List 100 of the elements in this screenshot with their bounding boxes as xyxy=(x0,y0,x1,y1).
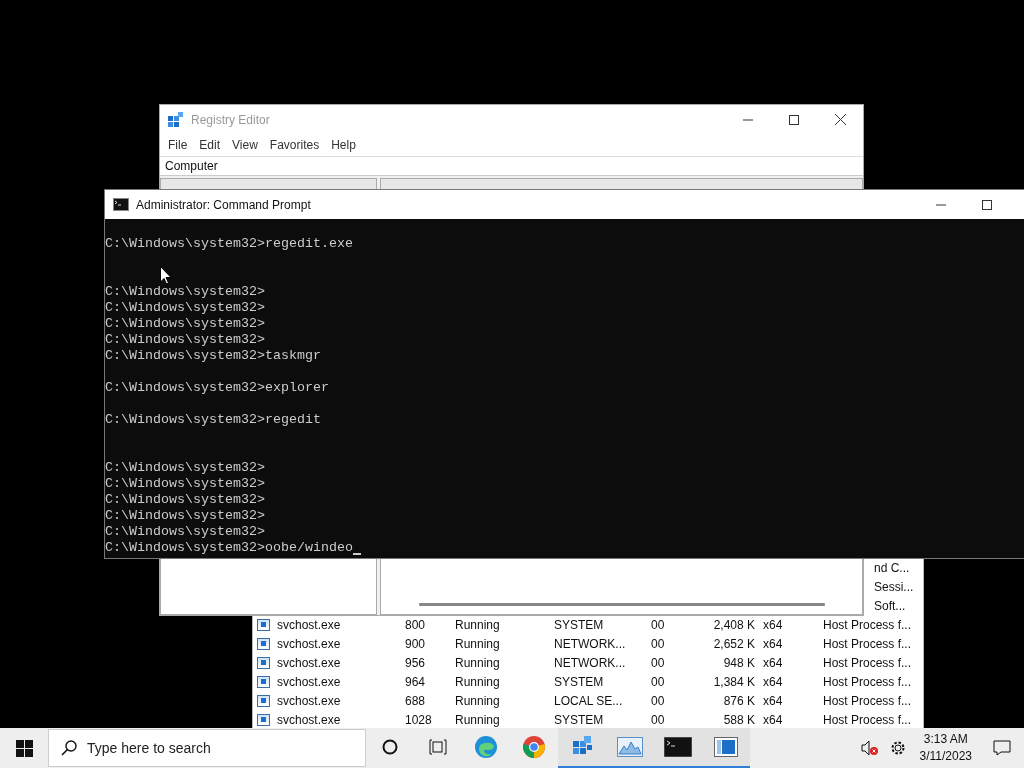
process-icon xyxy=(257,637,270,650)
process-name: svchost.exe xyxy=(277,617,342,632)
search-icon xyxy=(61,740,77,756)
console-line: C:\Windows\system32> xyxy=(105,332,265,348)
cpu-cell-text: 00 xyxy=(651,674,666,689)
console-icon xyxy=(113,198,129,211)
console-line: C:\Windows\system32> xyxy=(105,316,265,332)
architecture-cell-text: x64 xyxy=(763,617,784,632)
window-title: Administrator: Command Prompt xyxy=(136,197,311,212)
process-icon xyxy=(257,675,270,688)
memory-cell-text: 588 K xyxy=(722,712,756,727)
address-bar[interactable]: Computer xyxy=(160,156,863,176)
circle-icon xyxy=(382,739,398,755)
status-cell-text: Running xyxy=(455,693,501,708)
description-cell-text: Soft... xyxy=(873,598,907,613)
user-cell-text: NETWORK... xyxy=(554,636,627,651)
user-cell-text: NETWORK... xyxy=(554,655,627,670)
cpu-cell-text: 00 xyxy=(651,712,666,727)
process-name: svchost.exe xyxy=(277,674,342,689)
search-field[interactable]: Type here to search xyxy=(87,730,365,766)
cpu-cell-text: 00 xyxy=(651,636,666,651)
mouse-pointer-icon xyxy=(160,266,172,285)
pid-cell-text: 964 xyxy=(405,674,427,689)
description-cell-text: nd C... xyxy=(873,560,911,575)
pid-cell-text: 900 xyxy=(405,636,427,651)
description-cell-text: Host Process f... xyxy=(823,712,913,727)
menu-item[interactable]: Favorites xyxy=(263,138,326,152)
console-line: C:\Windows\system32> xyxy=(105,508,265,524)
pid-cell-text: 688 xyxy=(405,693,427,708)
memory-cell-text: 1,384 K xyxy=(712,674,756,689)
architecture-cell-text: x64 xyxy=(763,712,784,727)
menu-item[interactable]: File xyxy=(162,138,194,152)
clock-time[interactable]: 3:13 AM xyxy=(923,731,968,748)
menu-item[interactable]: Help xyxy=(325,138,362,152)
process-name: svchost.exe xyxy=(277,636,342,651)
description-cell-text: Host Process f... xyxy=(823,655,913,670)
memory-cell-text: 2,652 K xyxy=(712,636,756,651)
browser-icon[interactable] xyxy=(522,735,546,759)
console-line: C:\Windows\system32> xyxy=(105,524,265,540)
close-icon[interactable] xyxy=(834,114,846,125)
architecture-cell-text: x64 xyxy=(763,674,784,689)
memory-cell-text: 2,408 K xyxy=(712,617,756,632)
process-icon xyxy=(257,656,270,669)
console-line: C:\Windows\system32>oobe/windeo xyxy=(105,540,353,556)
pid-cell-text: 956 xyxy=(405,655,427,670)
memory-cell-text: 876 K xyxy=(722,693,756,708)
console-line: C:\Windows\system32>taskmgr xyxy=(105,348,321,364)
maximize-icon[interactable] xyxy=(789,114,799,125)
pid-cell-text: 800 xyxy=(405,617,427,632)
console-line: C:\Windows\system32>explorer xyxy=(105,380,329,396)
process-name: svchost.exe xyxy=(277,655,342,670)
muted-speaker-icon[interactable] xyxy=(860,740,879,756)
chart-window-icon[interactable] xyxy=(617,737,643,757)
description-cell-text: Host Process f... xyxy=(823,674,913,689)
menu-item[interactable]: View xyxy=(226,138,264,152)
architecture-cell-text: x64 xyxy=(763,636,784,651)
user-cell-text: SYSTEM xyxy=(554,674,605,689)
description-cell-text: Sessi... xyxy=(873,579,915,594)
console-line: C:\Windows\system32>regedit.exe xyxy=(105,236,353,252)
user-cell-text: SYSTEM xyxy=(554,712,605,727)
notification-icon[interactable] xyxy=(993,740,1011,756)
cpu-cell-text: 00 xyxy=(651,693,666,708)
window-title: Registry Editor xyxy=(191,112,270,127)
status-cell-text: Running xyxy=(455,617,501,632)
architecture-cell-text: x64 xyxy=(763,693,784,708)
memory-cell-text: 948 K xyxy=(722,655,756,670)
process-name: svchost.exe xyxy=(277,712,342,727)
console-line: C:\Windows\system32> xyxy=(105,476,265,492)
clock-date[interactable]: 3/11/2023 xyxy=(919,748,972,765)
window-icon[interactable] xyxy=(714,737,738,757)
scroll-bar[interactable] xyxy=(418,603,825,606)
console-line: C:\Windows\system32> xyxy=(105,460,265,476)
windows-logo-icon xyxy=(15,739,33,757)
console-icon[interactable] xyxy=(664,737,692,757)
status-cell-text: Running xyxy=(455,674,501,689)
maximize-icon[interactable] xyxy=(982,199,992,210)
cpu-cell-text: 00 xyxy=(651,655,666,670)
user-cell-text: SYSTEM xyxy=(554,617,605,632)
pid-cell-text: 1028 xyxy=(405,712,433,727)
cpu-cell-text: 00 xyxy=(651,617,666,632)
browser-icon[interactable] xyxy=(474,735,498,759)
description-cell-text: Host Process f... xyxy=(823,617,913,632)
process-icon xyxy=(257,713,270,726)
console-line: C:\Windows\system32>regedit xyxy=(105,412,321,428)
process-icon xyxy=(257,618,270,631)
process-name: svchost.exe xyxy=(277,693,342,708)
description-cell-text: Host Process f... xyxy=(823,636,913,651)
cubes-icon xyxy=(168,111,184,128)
search-bar[interactable]: Type here to search xyxy=(48,729,366,767)
architecture-cell-text: x64 xyxy=(763,655,784,670)
console-line: C:\Windows\system32> xyxy=(105,492,265,508)
console-line: C:\Windows\system32> xyxy=(105,300,265,316)
status-cell-text: Running xyxy=(455,655,501,670)
status-cell-text: Running xyxy=(455,712,501,727)
process-icon xyxy=(257,694,270,707)
task-view-icon xyxy=(429,739,447,755)
user-cell-text: LOCAL SE... xyxy=(554,693,624,708)
menu-item[interactable]: Edit xyxy=(193,138,227,152)
description-cell-text: Host Process f... xyxy=(823,693,913,708)
status-cell-text: Running xyxy=(455,636,501,651)
